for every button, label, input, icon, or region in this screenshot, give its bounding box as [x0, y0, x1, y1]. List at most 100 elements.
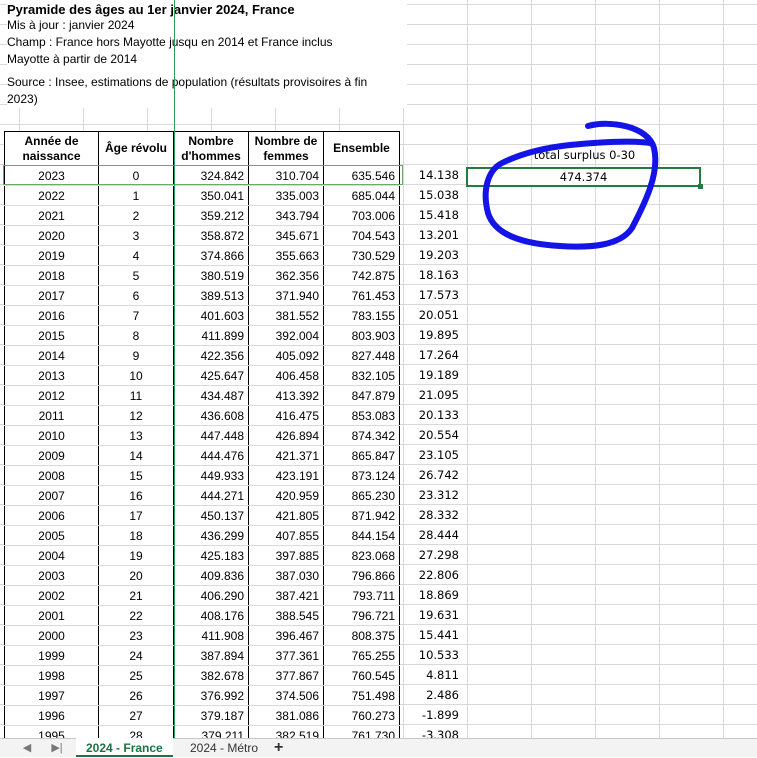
surplus-cell[interactable]: 23.105 [403, 444, 467, 464]
age-cell[interactable]: 18 [98, 525, 174, 546]
birth-year-cell[interactable]: 2002 [4, 585, 99, 606]
birth-year-cell[interactable]: 2006 [4, 505, 99, 526]
surplus-cell[interactable]: 21.095 [403, 384, 467, 404]
women-cell[interactable]: 362.356 [248, 265, 324, 286]
birth-year-cell[interactable]: 1997 [4, 685, 99, 706]
surplus-cell[interactable]: 28.332 [403, 504, 467, 524]
total-cell[interactable]: 760.273 [323, 705, 400, 726]
total-cell[interactable]: 761.453 [323, 285, 400, 306]
surplus-cell[interactable]: 19.189 [403, 364, 467, 384]
age-cell[interactable]: 19 [98, 545, 174, 566]
birth-year-cell[interactable]: 2008 [4, 465, 99, 486]
total-cell[interactable]: 808.375 [323, 625, 400, 646]
total-cell[interactable]: 751.498 [323, 685, 400, 706]
total-cell[interactable]: 742.875 [323, 265, 400, 286]
total-cell[interactable]: 803.903 [323, 325, 400, 346]
total-cell[interactable]: 847.879 [323, 385, 400, 406]
birth-year-cell[interactable]: 2019 [4, 245, 99, 266]
birth-year-cell[interactable]: 1999 [4, 645, 99, 666]
women-cell[interactable]: 377.867 [248, 665, 324, 686]
surplus-cell[interactable]: 14.138 [403, 164, 467, 184]
surplus-cell[interactable]: 27.298 [403, 544, 467, 564]
surplus-cell[interactable]: 20.051 [403, 304, 467, 324]
men-cell[interactable]: 358.872 [173, 225, 249, 246]
men-cell[interactable]: 411.899 [173, 325, 249, 346]
age-cell[interactable]: 2 [98, 205, 174, 226]
women-cell[interactable]: 396.467 [248, 625, 324, 646]
surplus-cell[interactable]: 20.554 [403, 424, 467, 444]
total-cell[interactable]: 730.529 [323, 245, 400, 266]
col-header-women[interactable]: Nombre de femmes [248, 131, 324, 166]
birth-year-cell[interactable]: 2013 [4, 365, 99, 386]
total-cell[interactable]: 827.448 [323, 345, 400, 366]
surplus-cell[interactable]: 2.486 [403, 684, 467, 704]
total-cell[interactable]: 844.154 [323, 525, 400, 546]
birth-year-cell[interactable]: 2016 [4, 305, 99, 326]
col-header-total[interactable]: Ensemble [323, 131, 400, 166]
surplus-cell[interactable]: 19.631 [403, 604, 467, 624]
age-cell[interactable]: 24 [98, 645, 174, 666]
birth-year-cell[interactable]: 2003 [4, 565, 99, 586]
age-cell[interactable]: 22 [98, 605, 174, 626]
tab-2024-france[interactable]: 2024 - France [76, 738, 173, 757]
women-cell[interactable]: 421.371 [248, 445, 324, 466]
age-cell[interactable]: 0 [98, 165, 174, 186]
birth-year-cell[interactable]: 2009 [4, 445, 99, 466]
age-cell[interactable]: 1 [98, 185, 174, 206]
men-cell[interactable]: 408.176 [173, 605, 249, 626]
surplus-cell[interactable]: 17.264 [403, 344, 467, 364]
col-header-men[interactable]: Nombre d'hommes [173, 131, 249, 166]
women-cell[interactable]: 392.004 [248, 325, 324, 346]
tab-prev-icon[interactable]: ◀ [18, 739, 36, 757]
age-cell[interactable]: 21 [98, 585, 174, 606]
surplus-cell[interactable]: 13.201 [403, 224, 467, 244]
birth-year-cell[interactable]: 2022 [4, 185, 99, 206]
women-cell[interactable]: 387.030 [248, 565, 324, 586]
birth-year-cell[interactable]: 2014 [4, 345, 99, 366]
tab-2024-metro[interactable]: 2024 - Métro [180, 738, 268, 757]
age-cell[interactable]: 5 [98, 265, 174, 286]
birth-year-cell[interactable]: 2000 [4, 625, 99, 646]
age-cell[interactable]: 6 [98, 285, 174, 306]
men-cell[interactable]: 444.476 [173, 445, 249, 466]
men-cell[interactable]: 447.448 [173, 425, 249, 446]
total-cell[interactable]: 874.342 [323, 425, 400, 446]
men-cell[interactable]: 324.842 [173, 165, 249, 186]
add-sheet-button[interactable]: + [274, 739, 283, 757]
women-cell[interactable]: 381.552 [248, 305, 324, 326]
women-cell[interactable]: 421.805 [248, 505, 324, 526]
age-cell[interactable]: 25 [98, 665, 174, 686]
women-cell[interactable]: 374.506 [248, 685, 324, 706]
birth-year-cell[interactable]: 2007 [4, 485, 99, 506]
surplus-cell[interactable]: 15.418 [403, 204, 467, 224]
men-cell[interactable]: 350.041 [173, 185, 249, 206]
surplus-cell[interactable]: 10.533 [403, 644, 467, 664]
birth-year-cell[interactable]: 2020 [4, 225, 99, 246]
men-cell[interactable]: 436.299 [173, 525, 249, 546]
surplus-cell[interactable]: 19.895 [403, 324, 467, 344]
men-cell[interactable]: 425.183 [173, 545, 249, 566]
birth-year-cell[interactable]: 2005 [4, 525, 99, 546]
surplus-cell[interactable]: 15.038 [403, 184, 467, 204]
surplus-cell[interactable]: 17.573 [403, 284, 467, 304]
total-cell[interactable]: 685.044 [323, 185, 400, 206]
women-cell[interactable]: 388.545 [248, 605, 324, 626]
total-cell[interactable]: 873.124 [323, 465, 400, 486]
women-cell[interactable]: 343.794 [248, 205, 324, 226]
birth-year-cell[interactable]: 1998 [4, 665, 99, 686]
men-cell[interactable]: 444.271 [173, 485, 249, 506]
men-cell[interactable]: 434.487 [173, 385, 249, 406]
age-cell[interactable]: 17 [98, 505, 174, 526]
surplus-cell[interactable]: 28.444 [403, 524, 467, 544]
surplus-cell[interactable]: 26.742 [403, 464, 467, 484]
birth-year-cell[interactable]: 2018 [4, 265, 99, 286]
women-cell[interactable]: 397.885 [248, 545, 324, 566]
men-cell[interactable]: 374.866 [173, 245, 249, 266]
total-cell[interactable]: 796.721 [323, 605, 400, 626]
birth-year-cell[interactable]: 2011 [4, 405, 99, 426]
men-cell[interactable]: 379.187 [173, 705, 249, 726]
women-cell[interactable]: 407.855 [248, 525, 324, 546]
total-cell[interactable]: 853.083 [323, 405, 400, 426]
women-cell[interactable]: 406.458 [248, 365, 324, 386]
men-cell[interactable]: 359.212 [173, 205, 249, 226]
